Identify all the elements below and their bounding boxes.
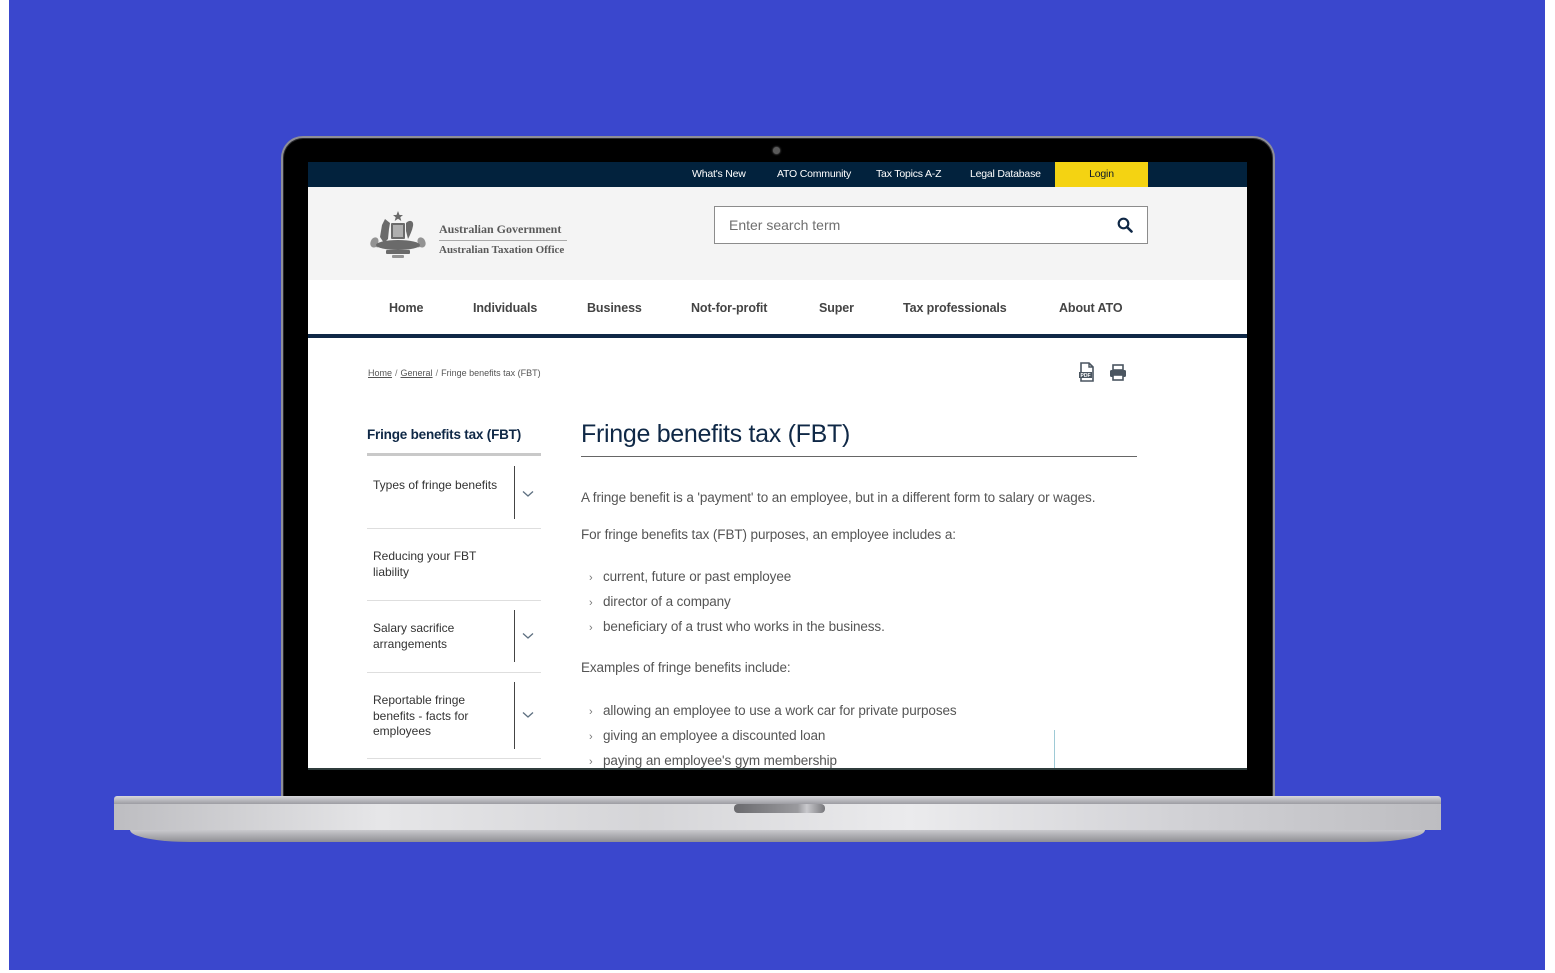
topbar-link-legal-database[interactable]: Legal Database	[970, 162, 1041, 187]
logo-line-ato: Australian Taxation Office	[439, 244, 565, 256]
horizontal-scrollbar[interactable]	[308, 768, 1247, 770]
sidebar-item-salary-sacrifice[interactable]: Salary sacrifice arrangements	[367, 601, 541, 673]
sidebar-title[interactable]: Fringe benefits tax (FBT)	[367, 427, 541, 456]
chevron-right-icon: ›	[589, 597, 593, 609]
nav-item-not-for-profit[interactable]: Not-for-profit	[691, 301, 767, 315]
sidebar-divider	[514, 610, 515, 662]
sidebar-divider	[514, 682, 515, 749]
chevron-down-icon[interactable]	[522, 490, 534, 498]
sidebar-item-label: Salary sacrifice arrangements	[373, 621, 455, 651]
main-content: Fringe benefits tax (FBT) A fringe benef…	[581, 420, 1137, 768]
employee-definition-paragraph: For fringe benefits tax (FBT) purposes, …	[581, 527, 956, 542]
topbar-link-ato-community[interactable]: ATO Community	[777, 162, 851, 187]
nav-item-individuals[interactable]: Individuals	[473, 301, 537, 315]
breadcrumb-current: Fringe benefits tax (FBT)	[441, 368, 541, 378]
browser-screen: What's New ATO Community Tax Topics A-Z …	[308, 162, 1247, 770]
employee-types-list: › current, future or past employee › direc…	[581, 568, 885, 643]
sidebar-item-reducing-fbt-liability[interactable]: Reducing your FBT liability	[367, 529, 541, 601]
webcam-icon	[773, 147, 780, 154]
chevron-right-icon: ›	[589, 706, 593, 718]
page-title: Fringe benefits tax (FBT)	[581, 420, 1137, 457]
sidebar-item-label: Reducing your FBT liability	[373, 549, 477, 579]
list-item: › beneficiary of a trust who works in the…	[581, 618, 885, 643]
nav-item-about-ato[interactable]: About ATO	[1059, 301, 1123, 315]
svg-text:PDF: PDF	[1081, 373, 1091, 379]
topbar-link-tax-topics[interactable]: Tax Topics A-Z	[876, 162, 941, 187]
nav-item-business[interactable]: Business	[587, 301, 642, 315]
chevron-down-icon[interactable]	[522, 711, 534, 719]
utility-bar: What's New ATO Community Tax Topics A-Z …	[308, 162, 1247, 187]
laptop-base-bottom	[130, 830, 1425, 842]
search-input[interactable]	[729, 207, 1109, 243]
logo-text: Australian Government Australian Taxatio…	[439, 222, 567, 256]
pdf-icon[interactable]: PDF	[1078, 362, 1096, 382]
topbar-link-whats-new[interactable]: What's New	[692, 162, 746, 187]
site-header: Australian Government Australian Taxatio…	[308, 187, 1247, 280]
chevron-down-icon[interactable]	[522, 632, 534, 640]
sidebar-item-label: Types of fringe benefits	[373, 478, 498, 492]
sidebar-item-reportable-fringe-benefits[interactable]: Reportable fringe benefits - facts for e…	[367, 673, 541, 759]
laptop-opening-notch	[734, 804, 825, 813]
search-icon[interactable]	[1117, 217, 1133, 233]
main-nav: Home Individuals Business Not-for-profit…	[308, 280, 1247, 338]
breadcrumb-home[interactable]: Home	[368, 368, 392, 378]
breadcrumb-separator: /	[435, 368, 439, 378]
list-item: › giving an employee a discounted loan	[581, 727, 957, 752]
list-item: › director of a company	[581, 593, 885, 618]
print-icon[interactable]	[1109, 362, 1127, 382]
examples-heading-paragraph: Examples of fringe benefits include:	[581, 660, 791, 675]
search-box[interactable]	[714, 206, 1148, 244]
logo-line-government: Australian Government	[439, 222, 567, 241]
breadcrumb: Home / General / Fringe benefits tax (FBT)	[368, 368, 541, 378]
laptop-hinge	[114, 796, 1441, 804]
nav-item-tax-professionals[interactable]: Tax professionals	[903, 301, 1007, 315]
fringe-benefit-examples-list: › allowing an employee to use a work car …	[581, 702, 957, 770]
intro-paragraph: A fringe benefit is a 'payment' to an em…	[581, 490, 1096, 505]
chevron-right-icon: ›	[589, 731, 593, 743]
list-item: › current, future or past employee	[581, 568, 885, 593]
sidebar-item-types-of-fringe-benefits[interactable]: Types of fringe benefits	[367, 466, 541, 529]
breadcrumb-separator: /	[395, 368, 398, 378]
chevron-right-icon: ›	[589, 622, 593, 634]
coat-of-arms-logo[interactable]	[366, 209, 430, 261]
login-button[interactable]: Login	[1055, 162, 1148, 187]
sidebar-divider	[514, 466, 515, 519]
breadcrumb-general[interactable]: General	[401, 368, 433, 378]
feedback-tab-edge	[1054, 730, 1055, 770]
chevron-right-icon: ›	[589, 572, 593, 584]
nav-item-home[interactable]: Home	[389, 301, 423, 315]
list-item: › allowing an employee to use a work car …	[581, 702, 957, 727]
nav-item-super[interactable]: Super	[819, 301, 854, 315]
sidebar-item-label: Reportable fringe benefits - facts for e…	[373, 693, 469, 738]
